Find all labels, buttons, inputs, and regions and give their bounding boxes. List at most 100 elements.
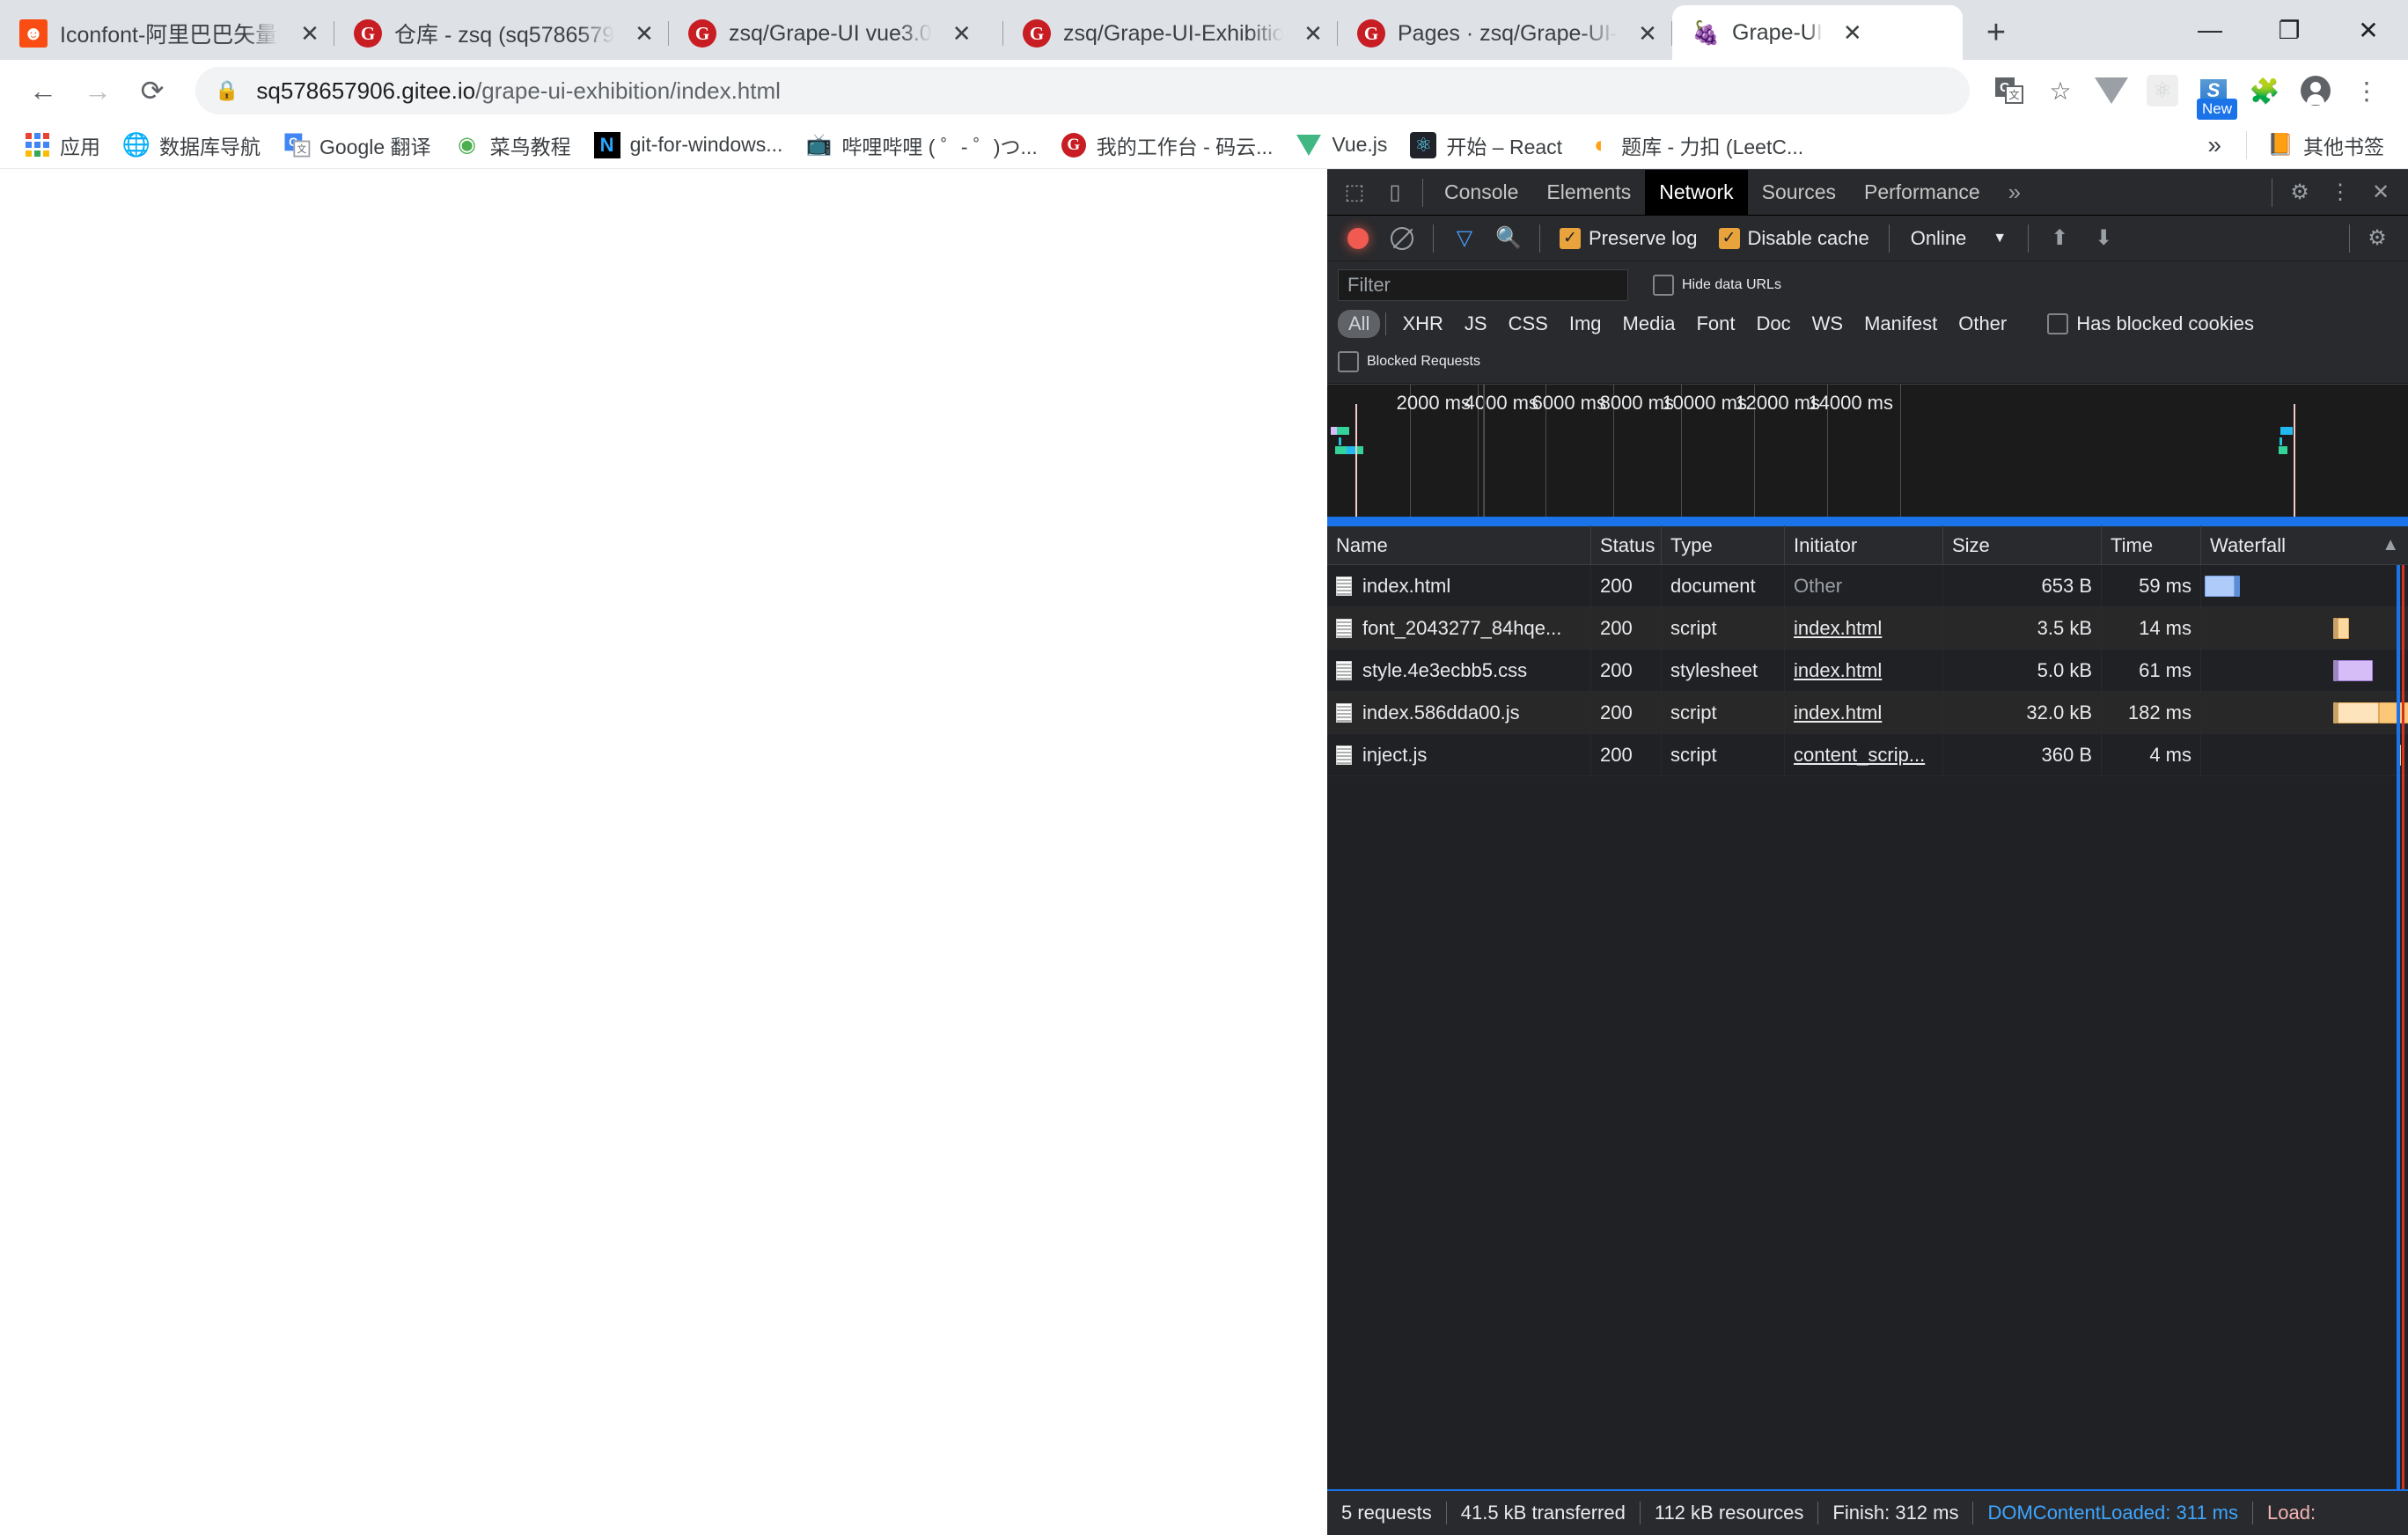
- filter-icon[interactable]: ▽: [1444, 219, 1485, 258]
- minimize-window-button[interactable]: —: [2170, 0, 2250, 60]
- filter-type-css[interactable]: CSS: [1498, 310, 1559, 338]
- initiator-link[interactable]: index.html: [1794, 701, 1882, 724]
- s-extension-icon[interactable]: S New: [2188, 65, 2239, 120]
- bookmark-git-for-windows[interactable]: N git-for-windows...: [583, 126, 795, 165]
- close-devtools-icon[interactable]: ✕: [2360, 173, 2401, 212]
- table-row[interactable]: style.4e3ecbb5.css 200 stylesheet index.…: [1327, 649, 2408, 692]
- record-button[interactable]: [1338, 219, 1378, 258]
- reload-button[interactable]: ⟳: [125, 63, 180, 118]
- bookmark-apps[interactable]: 应用: [12, 126, 112, 165]
- table-row[interactable]: index.586dda00.js 200 script index.html …: [1327, 691, 2408, 734]
- new-tab-button[interactable]: +: [1971, 8, 2021, 57]
- clear-button[interactable]: [1382, 219, 1422, 258]
- request-initiator[interactable]: index.html: [1785, 691, 1943, 734]
- network-settings-gear-icon[interactable]: ⚙: [2357, 219, 2397, 258]
- preserve-log-checkbox[interactable]: ✓ Preserve log: [1551, 227, 1707, 250]
- filter-type-js[interactable]: JS: [1454, 310, 1498, 338]
- address-bar[interactable]: 🔒 sq578657906.gitee.io/grape-ui-exhibiti…: [195, 67, 1970, 114]
- tab-close-button[interactable]: ✕: [1296, 16, 1331, 51]
- forward-button[interactable]: →: [70, 63, 125, 118]
- column-header-type[interactable]: Type: [1662, 525, 1785, 566]
- network-overview-timeline[interactable]: 2000 ms 4000 ms 6000 ms 8000 ms 10000 ms…: [1327, 384, 2408, 525]
- tab-close-button[interactable]: ✕: [292, 16, 327, 51]
- tab-console[interactable]: Console: [1430, 170, 1532, 216]
- device-toolbar-icon[interactable]: ▯: [1375, 173, 1415, 212]
- more-panels-icon[interactable]: »: [1994, 170, 2035, 216]
- tab-network[interactable]: Network: [1645, 169, 1748, 216]
- back-button[interactable]: ←: [16, 63, 70, 118]
- filter-type-ws[interactable]: WS: [1802, 310, 1854, 338]
- bookmark-vuejs[interactable]: Vue.js: [1284, 126, 1399, 165]
- column-header-initiator[interactable]: Initiator: [1785, 525, 1943, 566]
- bookmark-gitee-workbench[interactable]: G 我的工作台 - 码云...: [1049, 126, 1285, 165]
- request-initiator[interactable]: index.html: [1785, 606, 1943, 650]
- table-row[interactable]: font_2043277_84hqe... 200 script index.h…: [1327, 606, 2408, 650]
- inspect-element-icon[interactable]: ⬚: [1334, 173, 1375, 212]
- table-row[interactable]: inject.js 200 script content_scrip... 36…: [1327, 733, 2408, 776]
- initiator-link[interactable]: content_scrip...: [1794, 744, 1925, 767]
- import-har-icon[interactable]: ⬆: [2039, 219, 2080, 258]
- filter-type-manifest[interactable]: Manifest: [1854, 310, 1948, 338]
- has-blocked-cookies-checkbox[interactable]: Has blocked cookies: [2038, 312, 2263, 335]
- bookmarks-overflow-button[interactable]: » 📙 其他书签: [2191, 126, 2396, 165]
- browser-tab-5-active[interactable]: 🍇 Grape-UI ✕: [1672, 5, 1963, 60]
- bookmark-google-translate[interactable]: G文 Google 翻译: [272, 126, 443, 165]
- filter-type-doc[interactable]: Doc: [1745, 310, 1801, 338]
- disable-cache-checkbox[interactable]: ✓ Disable cache: [1710, 227, 1878, 250]
- initiator-link[interactable]: index.html: [1794, 659, 1882, 682]
- hide-data-urls-checkbox[interactable]: Hide data URLs: [1644, 275, 1790, 296]
- column-header-time[interactable]: Time: [2102, 525, 2201, 566]
- table-row[interactable]: index.html 200 document Other 653 B 59 m…: [1327, 565, 2408, 607]
- browser-tab-2[interactable]: G zsq/Grape-UI vue3.0 ✕: [669, 7, 1003, 60]
- table-body: index.html 200 document Other 653 B 59 m…: [1327, 565, 2408, 1489]
- bookmark-bilibili[interactable]: 📺 哔哩哔哩 ( ゜- ゜)つ...: [794, 126, 1048, 165]
- tab-performance[interactable]: Performance: [1850, 170, 1994, 216]
- bookmark-react[interactable]: ⚛ 开始 – React: [1399, 126, 1574, 165]
- settings-gear-icon[interactable]: ⚙: [2280, 173, 2320, 212]
- bookmark-runoob[interactable]: ◉ 菜鸟教程: [443, 126, 583, 165]
- filter-input[interactable]: Filter: [1338, 269, 1628, 301]
- bookmark-database-nav[interactable]: 🌐 数据库导航: [112, 126, 272, 165]
- browser-tab-0[interactable]: ☻ Iconfont-阿里巴巴矢量图标库 ✕: [0, 7, 334, 60]
- tab-close-button[interactable]: ✕: [944, 16, 980, 51]
- filter-type-all[interactable]: All: [1338, 310, 1381, 338]
- throttling-select[interactable]: Online ▼: [1900, 227, 2017, 250]
- filter-type-img[interactable]: Img: [1559, 310, 1612, 338]
- column-header-name[interactable]: Name: [1327, 525, 1591, 566]
- blocked-requests-checkbox[interactable]: Blocked Requests: [1338, 351, 1489, 372]
- tab-close-button[interactable]: ✕: [1630, 16, 1665, 51]
- bookmark-leetcode[interactable]: ◖ 题库 - 力扣 (LeetC...: [1574, 126, 1815, 165]
- browser-tab-3[interactable]: G zsq/Grape-UI-Exhibition ✕: [1003, 7, 1338, 60]
- profile-avatar-icon[interactable]: [2290, 65, 2341, 116]
- overview-scrollbar[interactable]: [1327, 517, 2408, 522]
- close-window-button[interactable]: ✕: [2329, 0, 2408, 60]
- browser-tab-4[interactable]: G Pages · zsq/Grape-UI-Exhibition ✕: [1338, 7, 1672, 60]
- initiator-link[interactable]: index.html: [1794, 617, 1882, 640]
- chrome-menu-icon[interactable]: ⋮: [2341, 65, 2392, 116]
- vue-devtools-icon[interactable]: [2086, 65, 2137, 116]
- export-har-icon[interactable]: ⬇: [2083, 219, 2124, 258]
- filter-type-media[interactable]: Media: [1612, 310, 1686, 338]
- request-initiator[interactable]: index.html: [1785, 649, 1943, 692]
- browser-tab-1[interactable]: G 仓库 - zsq (sq578657906) - Gitee.com ✕: [334, 7, 669, 60]
- translate-icon[interactable]: G文: [1984, 65, 2035, 116]
- maximize-window-button[interactable]: ❐: [2250, 0, 2329, 60]
- tab-close-button[interactable]: ✕: [1835, 15, 1870, 50]
- column-header-size[interactable]: Size: [1943, 525, 2102, 566]
- filter-type-xhr[interactable]: XHR: [1391, 310, 1453, 338]
- table-vertical-scrollbar[interactable]: [2397, 565, 2408, 1489]
- filter-type-font[interactable]: Font: [1685, 310, 1745, 338]
- request-initiator[interactable]: content_scrip...: [1785, 733, 1943, 776]
- column-header-status[interactable]: Status: [1591, 525, 1662, 566]
- bookmark-other-bookmarks[interactable]: 📙 其他书签: [2256, 126, 2396, 165]
- search-icon[interactable]: 🔍: [1488, 219, 1529, 258]
- tab-sources[interactable]: Sources: [1748, 170, 1850, 216]
- tab-close-button[interactable]: ✕: [627, 16, 662, 51]
- extensions-puzzle-icon[interactable]: 🧩: [2239, 65, 2290, 116]
- filter-type-other[interactable]: Other: [1948, 310, 2017, 338]
- react-devtools-icon[interactable]: ⚛: [2137, 65, 2188, 116]
- bookmark-star-icon[interactable]: ☆: [2035, 65, 2086, 116]
- devtools-menu-icon[interactable]: ⋮: [2320, 173, 2360, 212]
- column-header-waterfall[interactable]: Waterfall ▲: [2201, 525, 2408, 566]
- tab-elements[interactable]: Elements: [1532, 170, 1645, 216]
